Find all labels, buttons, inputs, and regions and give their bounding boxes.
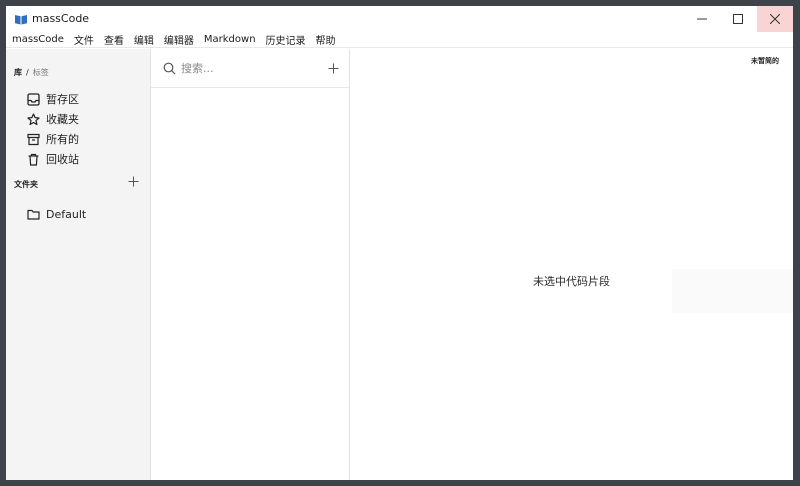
tab-library[interactable]: 库 (14, 67, 22, 78)
sidebar-item-favorites[interactable]: 收藏夹 (26, 110, 79, 128)
sidebar-item-all[interactable]: 所有的 (26, 130, 79, 148)
snippet-list-pane (151, 49, 350, 480)
minimize-button[interactable] (684, 6, 720, 32)
plus-icon (128, 176, 139, 187)
menu-item-editor[interactable]: 编辑器 (164, 32, 194, 47)
folders-heading: 文件夹 (14, 180, 38, 189)
plus-icon (328, 63, 339, 74)
add-snippet-button[interactable] (327, 62, 340, 75)
folder-item-default[interactable]: Default (26, 205, 86, 223)
menu-item-view[interactable]: 查看 (104, 32, 124, 47)
sidebar-item-label: 暂存区 (46, 93, 79, 106)
sidebar-item-label: 回收站 (46, 153, 79, 166)
menu-item-history[interactable]: 历史记录 (266, 32, 306, 47)
menu-item-markdown[interactable]: Markdown (204, 34, 256, 45)
minimize-icon (697, 14, 707, 24)
sidebar-item-trash[interactable]: 回收站 (26, 150, 79, 168)
trash-icon (26, 152, 40, 166)
add-folder-button[interactable] (126, 174, 140, 188)
tab-tags[interactable]: 标签 (33, 67, 49, 78)
editor-pane: 未暂简的 未选中代码片段 (350, 49, 793, 480)
menu-item-edit[interactable]: 编辑 (134, 32, 154, 47)
sidebar-item-label: 所有的 (46, 133, 79, 146)
window-title: massCode (32, 12, 90, 25)
book-icon (14, 14, 28, 25)
maximize-icon (733, 14, 743, 24)
folder-icon (26, 207, 40, 221)
star-icon (26, 112, 40, 126)
sidebar-item-inbox[interactable]: 暂存区 (26, 90, 79, 108)
inbox-icon (26, 92, 40, 106)
search-icon (163, 62, 176, 75)
folder-item-label: Default (46, 207, 87, 221)
empty-state-message: 未选中代码片段 (533, 275, 610, 288)
archive-icon (26, 132, 40, 146)
sidebar-item-label: 收藏夹 (46, 113, 79, 126)
search-bar (151, 49, 349, 88)
sidebar: 库 / 标签 暂存区 收藏夹 所有的 回收站 文件夹 Default (6, 49, 151, 480)
app-window: massCode massCode 文件 查看 编辑 编辑器 Markdown … (6, 6, 793, 480)
title-bar[interactable]: massCode (6, 6, 793, 32)
search-input[interactable] (181, 59, 311, 77)
editor-status-label: 未暂简的 (751, 57, 779, 65)
menu-item-file[interactable]: 文件 (74, 32, 94, 47)
breadcrumb: 库 / 标签 (14, 67, 49, 78)
menu-item-masscode[interactable]: massCode (12, 34, 64, 45)
maximize-button[interactable] (720, 6, 756, 32)
menu-item-help[interactable]: 帮助 (316, 32, 336, 47)
close-button[interactable] (757, 6, 793, 32)
close-icon (770, 14, 780, 24)
breadcrumb-separator: / (26, 68, 29, 77)
menu-bar: massCode 文件 查看 编辑 编辑器 Markdown 历史记录 帮助 (6, 32, 793, 48)
